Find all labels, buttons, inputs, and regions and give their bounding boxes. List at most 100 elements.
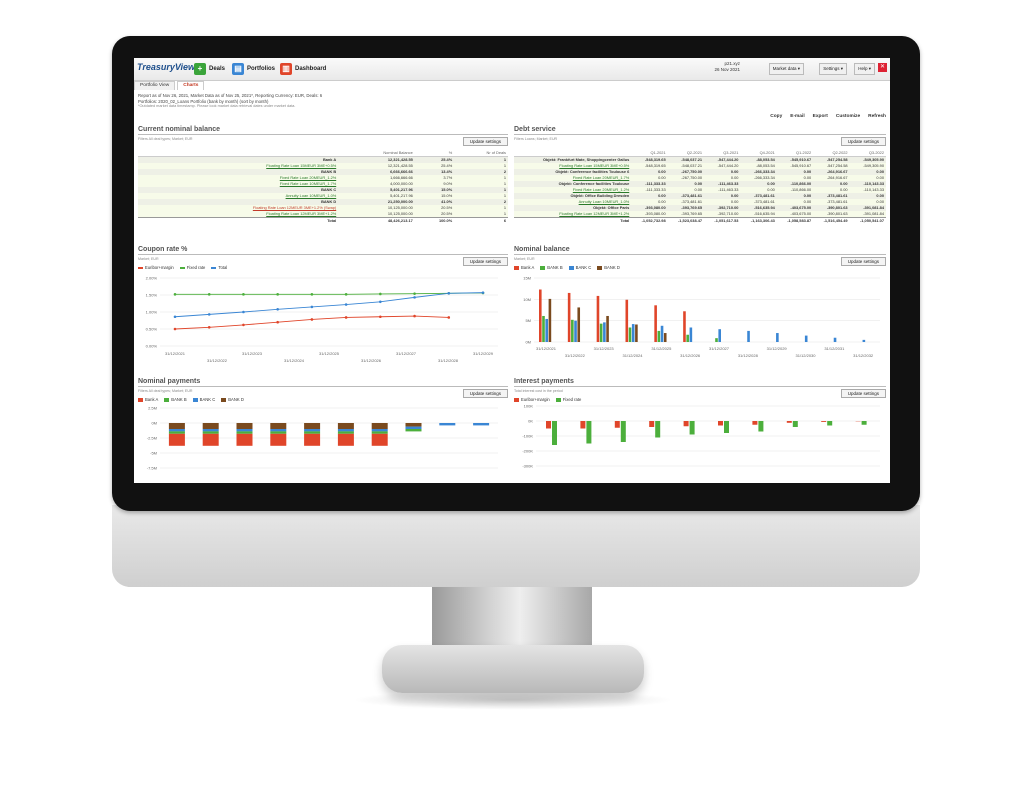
bar[interactable] [683,421,689,427]
data-point[interactable] [447,316,451,319]
data-point[interactable] [173,327,177,331]
export-button[interactable]: Export [813,114,828,119]
bar[interactable] [862,339,866,342]
data-point[interactable] [447,292,451,295]
bar[interactable] [603,322,606,342]
bar[interactable] [545,318,548,342]
bar[interactable] [686,334,689,342]
data-point[interactable] [310,318,314,321]
bar[interactable] [625,299,629,342]
interest-update-button[interactable]: Update settings [840,389,886,398]
data-point[interactable] [344,303,348,306]
data-point[interactable] [344,316,348,319]
nav-deals[interactable]: + Deals [194,62,225,76]
bar[interactable] [599,323,603,342]
bar[interactable] [577,307,581,342]
bar[interactable] [724,421,729,433]
bar[interactable] [202,429,219,432]
bar[interactable] [654,305,657,342]
tab-charts[interactable]: Charts [177,81,205,90]
bar[interactable] [718,329,721,342]
bar[interactable] [631,324,635,342]
bar[interactable] [747,330,750,342]
data-point[interactable] [310,305,314,309]
bar[interactable] [304,423,321,429]
customize-button[interactable]: Customize [836,114,860,119]
debt-update-button[interactable]: Update settings [840,137,886,146]
email-button[interactable]: E-mail [790,114,804,119]
data-point[interactable] [413,314,416,318]
bar[interactable] [758,421,764,432]
bar[interactable] [715,338,718,342]
data-point[interactable] [413,296,416,299]
bar[interactable] [304,429,321,432]
bar[interactable] [546,421,551,429]
data-point[interactable] [276,293,279,296]
bar[interactable] [606,315,609,342]
data-point[interactable] [379,315,382,319]
nominal-update-button[interactable]: Update settings [840,257,886,266]
bar[interactable] [202,431,219,434]
copy-button[interactable]: Copy [770,114,782,119]
data-point[interactable] [310,293,314,296]
bar[interactable] [168,433,185,446]
nav-portfolios[interactable]: ▤ Portfolios [232,62,275,76]
bar[interactable] [792,421,798,427]
help-button[interactable]: Help ▾ [854,63,875,75]
bar[interactable] [304,431,321,434]
data-point[interactable] [413,292,416,295]
bar[interactable] [596,295,600,342]
bar[interactable] [655,421,661,438]
bar[interactable] [405,426,422,429]
data-point[interactable] [207,326,211,329]
bar[interactable] [683,311,686,342]
data-point[interactable] [207,313,211,316]
data-point[interactable] [173,315,177,319]
bar[interactable] [270,423,287,429]
bar[interactable] [236,423,253,429]
balance-update-button[interactable]: Update settings [462,137,508,146]
bar[interactable] [628,327,632,342]
market-data-button[interactable]: Market data ▾ [768,63,804,75]
bar[interactable] [552,421,557,445]
bar[interactable] [270,429,287,432]
bar[interactable] [689,421,695,435]
data-point[interactable] [276,320,279,324]
refresh-button[interactable]: Refresh [868,114,886,119]
settings-button[interactable]: Settings ▾ [819,63,847,75]
bar[interactable] [752,421,758,425]
bar[interactable] [202,433,219,446]
bar[interactable] [776,333,779,342]
data-point[interactable] [379,292,382,296]
bar[interactable] [473,423,490,426]
bar[interactable] [580,421,586,429]
bar[interactable] [586,421,592,444]
data-point[interactable] [344,293,348,296]
bar[interactable] [337,431,354,434]
bar[interactable] [439,423,456,426]
bar[interactable] [371,429,388,432]
bar[interactable] [821,421,827,422]
bar[interactable] [786,421,792,423]
data-point[interactable] [173,293,177,296]
bar[interactable] [663,333,667,342]
bar[interactable] [371,423,388,429]
bar[interactable] [168,429,185,432]
bar[interactable] [649,421,655,427]
tab-portfolio-view[interactable]: Portfolio View [134,81,176,90]
bar[interactable] [833,337,837,342]
table-row[interactable]: Floating Rate Loan 12MEUR 3ME+1.2% -393,0… [514,211,886,218]
bar[interactable] [405,429,422,432]
bar[interactable] [337,423,354,429]
close-icon[interactable]: ✕ [878,63,887,72]
bar[interactable] [660,325,664,342]
data-point[interactable] [276,307,279,311]
bar[interactable] [337,429,354,432]
bar[interactable] [405,423,422,427]
bar[interactable] [620,421,626,442]
bar[interactable] [567,292,571,342]
bar[interactable] [571,319,574,342]
bar[interactable] [657,330,661,342]
bar[interactable] [337,433,354,446]
bar[interactable] [718,421,723,426]
